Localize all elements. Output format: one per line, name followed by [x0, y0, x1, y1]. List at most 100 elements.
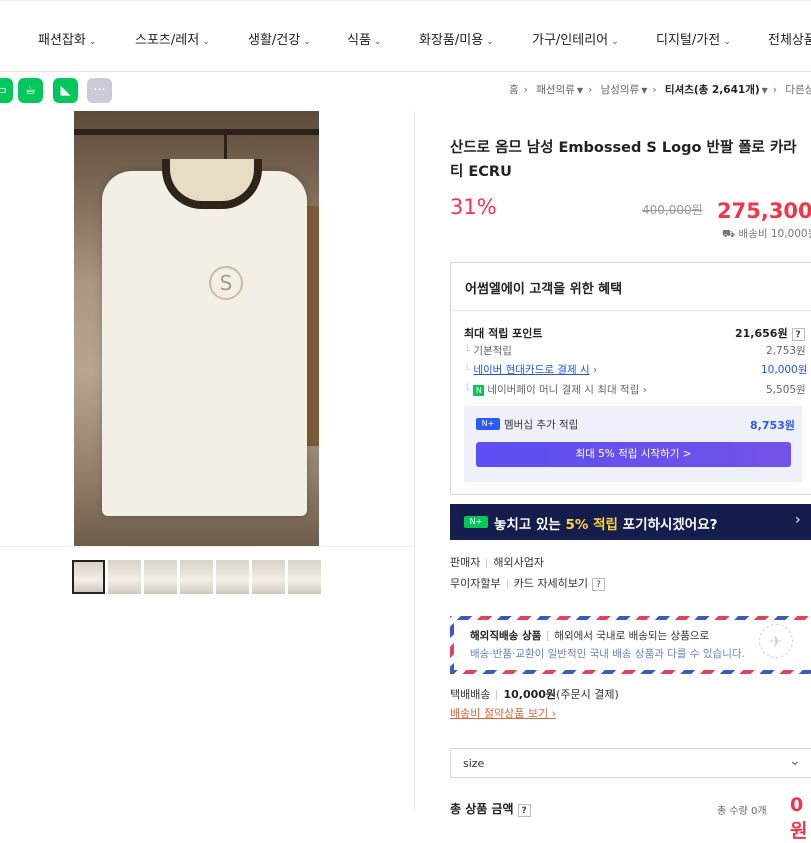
breadcrumb: 홈 › 패션의류 ▼ › 남성의류 ▼ › 티셔츠(총 2,641개) ▼ › 다른상	[509, 82, 811, 97]
points-promo-banner[interactable]: N+ 놓치고 있는 5% 적립 포기하시겠어요? ›	[450, 504, 811, 540]
nav-item-digital[interactable]: 디지털/가전 ⌄	[656, 29, 731, 48]
shipping-savings-link[interactable]: 배송비 절약상품 보기 ›	[450, 705, 556, 721]
notice-text-1: 해외에서 국내로 배송되는 상품으로	[554, 630, 710, 642]
more-icon: ···	[93, 83, 106, 98]
chevron-down-icon: ⌄	[373, 37, 382, 47]
nav-item-food[interactable]: 식품 ⌄	[347, 29, 381, 48]
banner-text-end: 포기하시겠어요?	[617, 517, 718, 533]
benefit-row-basic-value: 2,753원	[766, 345, 806, 357]
share-band-button[interactable]: ◣	[53, 78, 78, 103]
tree-branch-icon: └	[464, 345, 471, 357]
breadcrumb-separator: ›	[652, 84, 657, 96]
select-value: size	[463, 757, 485, 770]
chevron-down-icon: ⌄	[723, 37, 731, 47]
chevron-down-icon: ▼	[641, 86, 648, 95]
thumbnail[interactable]	[180, 560, 213, 594]
share-more-button[interactable]: ···	[87, 78, 112, 103]
help-icon[interactable]: ?	[791, 328, 805, 341]
seller-value: 해외사업자	[493, 556, 544, 569]
discount-rate: 31%	[450, 195, 497, 219]
chevron-down-icon: ⌄	[202, 37, 210, 47]
breadcrumb-level1[interactable]: 패션의류	[536, 84, 575, 96]
chevron-down-icon: ⌄	[303, 37, 311, 47]
nav-label: 패션잡화	[38, 33, 86, 48]
nav-label: 디지털/가전	[656, 33, 721, 48]
naver-plus-icon: N+	[464, 516, 488, 528]
delivery-fee: 10,000원	[503, 688, 557, 701]
share-cafe-button[interactable]: ☕	[18, 78, 43, 103]
nav-item-all-products[interactable]: 전체상품	[768, 29, 811, 48]
help-icon[interactable]: ?	[591, 578, 605, 591]
chevron-down-icon: ⌄	[789, 753, 801, 769]
delivery-info: 택배배송 10,000원(주문시 결제)	[450, 686, 619, 702]
banner-text-start: 놓치고 있는	[494, 517, 566, 533]
nav-item-fashion-goods[interactable]: 패션잡화 ⌄	[38, 29, 96, 48]
thumbnail[interactable]	[144, 560, 177, 594]
tree-branch-icon: └	[464, 384, 471, 396]
chevron-down-icon: ⌄	[486, 37, 494, 47]
thumbnail[interactable]	[108, 560, 141, 594]
nav-label: 스포츠/레저	[135, 33, 200, 48]
chevron-down-icon: ▼	[576, 86, 584, 95]
notice-line-2: 배송·반품·교환이 일반적인 국내 배송 상품과 다를 수 있습니다.	[470, 648, 745, 660]
membership-label: 멤버십 추가 적립	[504, 419, 579, 431]
benefit-row-label: 기본적립	[473, 345, 512, 357]
chevron-right-icon: ›	[639, 384, 647, 396]
chevron-right-icon: ›	[548, 707, 556, 720]
shipping-fee-text: 배송비 10,000원	[738, 228, 811, 240]
hyundai-card-link[interactable]: 네이버 현대카드로 결제 시	[473, 364, 589, 376]
membership-start-button[interactable]: 최대 5% 적립 시작하기 >	[476, 442, 791, 467]
sale-price: 275,300원	[717, 199, 811, 223]
membership-panel: N+ 멤버십 추가 적립 8,753원 최대 5% 적립 시작하기 >	[464, 406, 802, 482]
share-blog-button[interactable]: ▭	[0, 78, 13, 103]
benefit-row-label[interactable]: 네이버페이 머니 결제 시 최대 적립	[487, 384, 639, 396]
nav-label: 화장품/미용	[419, 33, 484, 48]
breadcrumb-next[interactable]: 다른상	[785, 84, 811, 96]
thumbnail[interactable]	[252, 560, 285, 594]
tree-branch-icon: └	[464, 364, 471, 376]
clothing-rail	[74, 129, 319, 135]
installment-info: 무이자할부 카드 자세히보기?	[450, 575, 605, 591]
category-nav: 패션잡화 ⌄ 스포츠/레저 ⌄ 생활/건강 ⌄ 식품 ⌄ 화장품/미용 ⌄ 가구/인테리어…	[0, 0, 811, 72]
size-select[interactable]: size ⌄	[450, 748, 811, 778]
nav-item-furniture[interactable]: 가구/인테리어 ⌄	[532, 29, 619, 48]
thumbnail[interactable]	[288, 560, 321, 594]
benefit-divider	[451, 310, 811, 311]
max-points-amount: 21,656원	[735, 327, 788, 340]
nav-label: 식품	[347, 33, 371, 48]
naver-plus-icon: N+	[476, 418, 500, 430]
main-product-image[interactable]: S	[74, 111, 319, 546]
separator	[486, 558, 488, 568]
nav-label: 생활/건강	[248, 33, 301, 48]
breadcrumb-current[interactable]: 티셔츠(총 2,641개)	[665, 84, 760, 96]
benefit-row-card-value: 10,000원	[761, 364, 808, 376]
savings-link-text: 배송비 절약상품 보기	[450, 707, 549, 720]
installment-label: 무이자할부	[450, 577, 501, 590]
npay-icon: N	[473, 385, 485, 396]
breadcrumb-separator: ›	[523, 84, 528, 96]
breadcrumb-home[interactable]: 홈	[509, 84, 519, 96]
nav-item-sports[interactable]: 스포츠/레저 ⌄	[135, 29, 210, 48]
nav-item-beauty[interactable]: 화장품/미용 ⌄	[419, 29, 494, 48]
benefit-row-card: └ 네이버 현대카드로 결제 시 ›	[464, 362, 597, 377]
embossed-s-logo: S	[209, 266, 243, 300]
seller-info: 판매자 해외사업자	[450, 554, 544, 570]
thumbnail[interactable]	[216, 560, 249, 594]
gallery-divider	[0, 546, 414, 547]
benefit-row-npay-value: 5,505원	[766, 384, 806, 396]
total-quantity: 총 수량 0개	[717, 806, 767, 817]
notice-line-1: 해외직배송 상품 해외에서 국내로 배송되는 상품으로	[470, 628, 709, 643]
thumbnail[interactable]	[72, 560, 105, 594]
chevron-down-icon: ▼	[761, 86, 768, 95]
breadcrumb-separator: ›	[772, 84, 778, 96]
benefit-row-npay: └ N 네이버페이 머니 결제 시 최대 적립 ›	[464, 382, 647, 397]
nav-label: 가구/인테리어	[532, 33, 609, 48]
nav-item-living[interactable]: 생활/건강 ⌄	[248, 29, 311, 48]
breadcrumb-level2[interactable]: 남성의류	[601, 84, 640, 96]
chevron-right-icon: ›	[795, 512, 801, 528]
card-detail-link[interactable]: 카드 자세히보기	[514, 577, 588, 590]
breadcrumb-separator: ›	[588, 84, 593, 96]
total-label: 총 상품 금액?	[450, 800, 531, 817]
benefit-row-basic: └ 기본적립	[464, 343, 512, 358]
total-label-text: 총 상품 금액	[450, 802, 514, 816]
